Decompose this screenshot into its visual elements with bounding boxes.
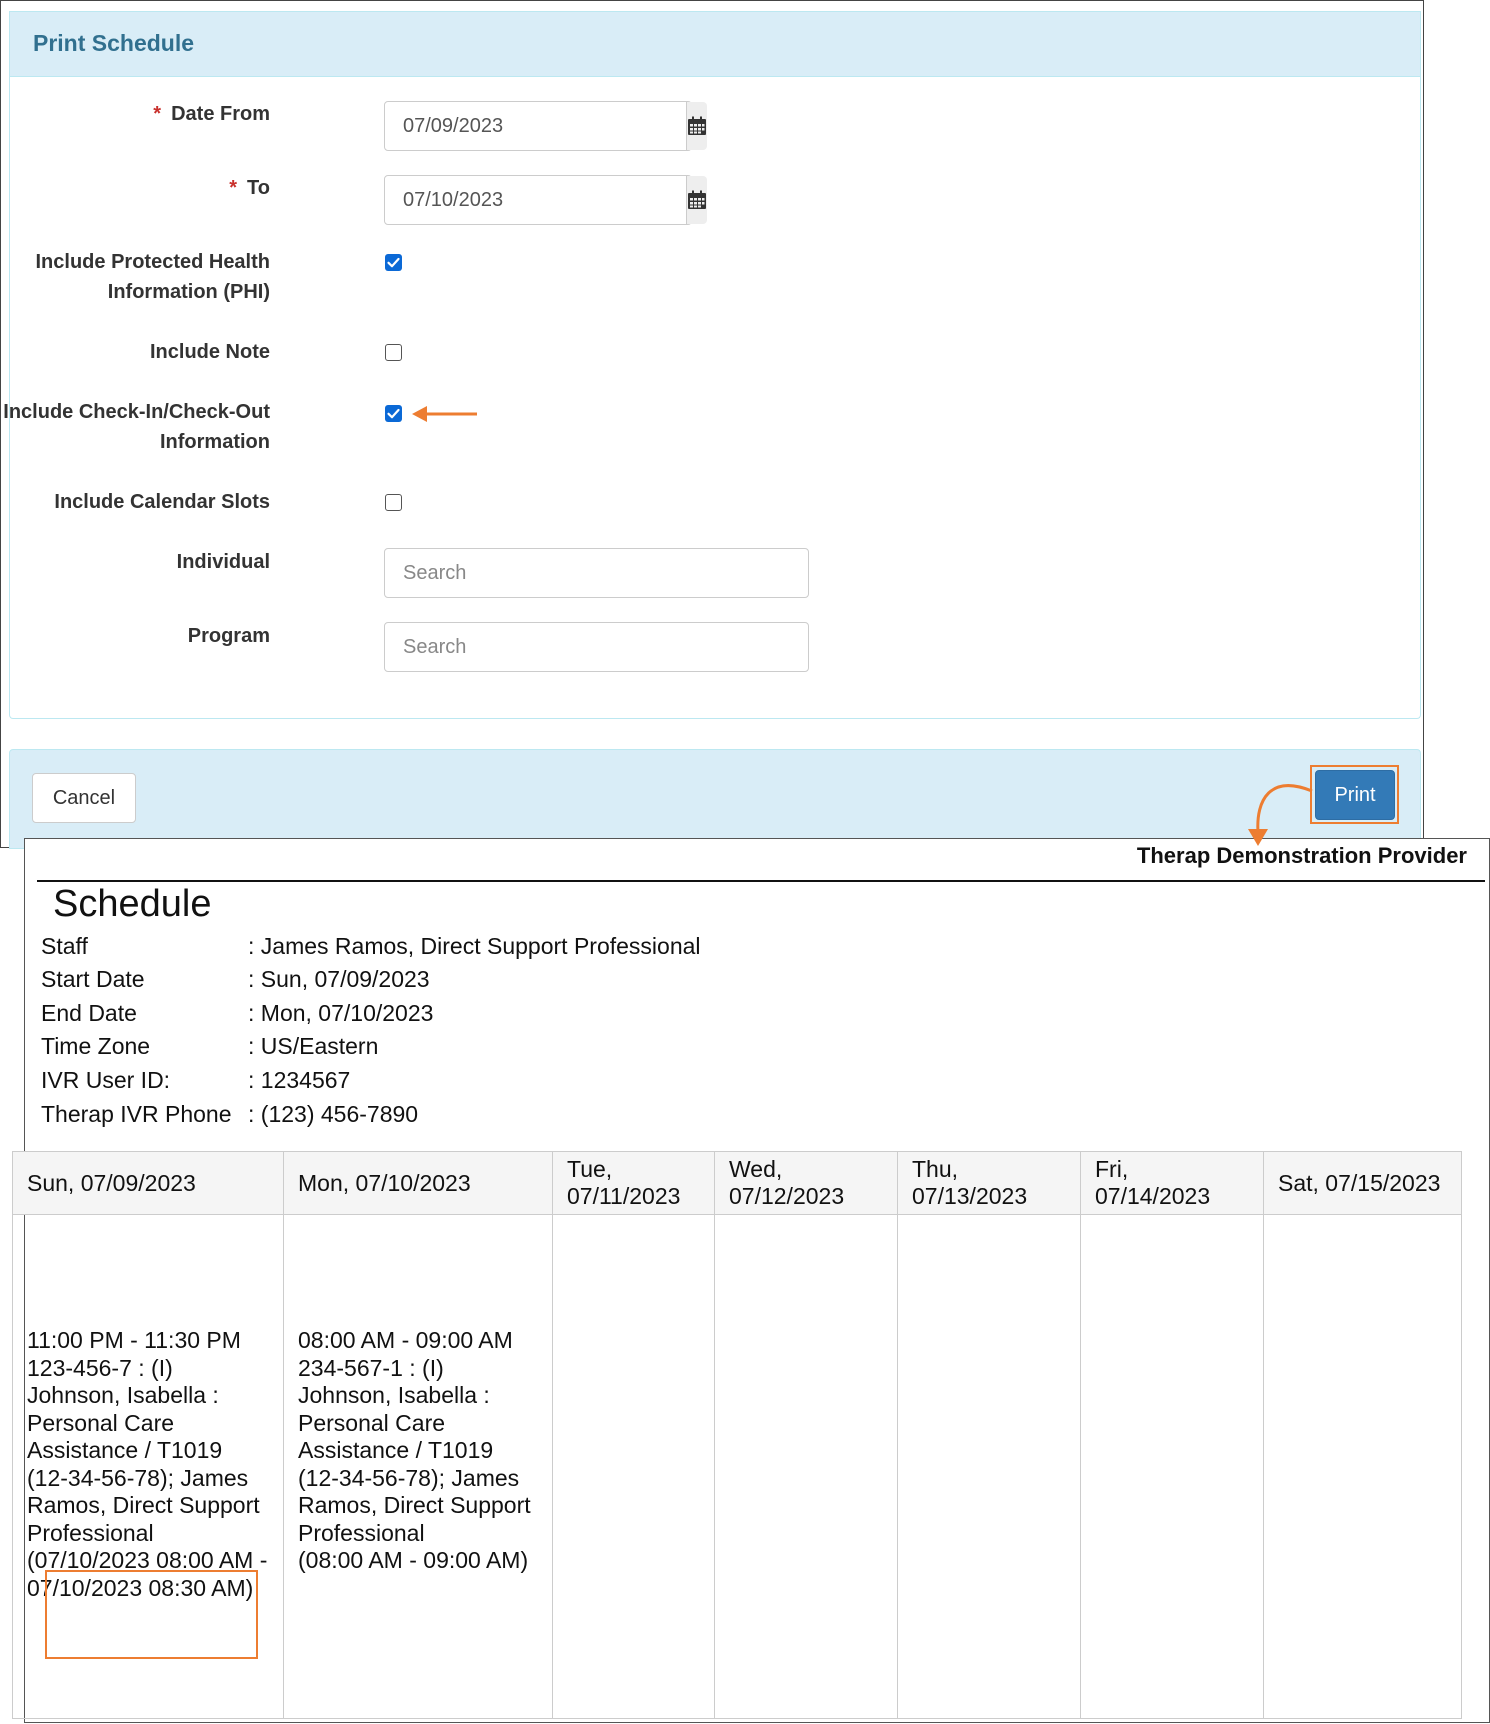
schedule-row: 11:00 PM - 11:30 PM 123-456-7 : (I) John… bbox=[12, 1214, 1462, 1719]
individual-search-input[interactable] bbox=[384, 548, 809, 598]
date-to-input[interactable] bbox=[385, 176, 686, 224]
day-header: Mon, 07/10/2023 bbox=[283, 1151, 553, 1215]
appointment-details: 234-567-1 : (I) Johnson, Isabella : Pers… bbox=[298, 1354, 531, 1546]
checkin-checkout-times: (08:00 AM - 09:00 AM) bbox=[298, 1547, 529, 1573]
day-cell-fri bbox=[1080, 1214, 1264, 1719]
info-row-staff: Staff: James Ramos, Direct Support Profe… bbox=[41, 933, 701, 959]
print-button[interactable]: Print bbox=[1315, 770, 1395, 820]
calendar-icon[interactable] bbox=[686, 176, 707, 224]
day-cell-sun: 11:00 PM - 11:30 PM 123-456-7 : (I) John… bbox=[12, 1214, 284, 1719]
program-label: Program bbox=[187, 625, 270, 647]
day-cell-thu bbox=[897, 1214, 1081, 1719]
day-cell-wed bbox=[714, 1214, 898, 1719]
appointment-entry: 11:00 PM - 11:30 PM 123-456-7 : (I) John… bbox=[27, 1215, 269, 1602]
day-header: Sat, 07/15/2023 bbox=[1263, 1151, 1462, 1215]
day-header: Fri, 07/14/2023 bbox=[1080, 1151, 1264, 1215]
appointment-time: 08:00 AM - 09:00 AM bbox=[298, 1327, 513, 1353]
info-row-start-date: Start Date: Sun, 07/09/2023 bbox=[41, 966, 430, 992]
cancel-button[interactable]: Cancel bbox=[32, 773, 136, 823]
info-row-ivr-user-id: IVR User ID:: 1234567 bbox=[41, 1067, 351, 1093]
report-title: Schedule bbox=[53, 883, 212, 925]
info-row-ivr-phone: Therap IVR Phone: (123) 456-7890 bbox=[41, 1101, 419, 1127]
include-slots-label: Include Calendar Slots bbox=[54, 491, 270, 513]
checkin-checkout-times: (07/10/2023 08:00 AM - 07/10/2023 08:30 … bbox=[27, 1547, 268, 1601]
date-from-label: * Date From bbox=[153, 103, 270, 125]
calendar-icon[interactable] bbox=[686, 102, 707, 150]
day-header: Wed, 07/12/2023 bbox=[714, 1151, 898, 1215]
include-checkin-label: Include Check-In/Check-Out Information bbox=[3, 401, 270, 453]
required-mark: * bbox=[229, 177, 238, 199]
dialog-footer: Cancel bbox=[9, 749, 1421, 849]
date-to-group bbox=[384, 175, 707, 225]
print-schedule-dialog: Print Schedule *Date From *To Include Pr… bbox=[0, 0, 1424, 849]
provider-name: Therap Demonstration Provider bbox=[1136, 843, 1467, 868]
header-divider bbox=[37, 880, 1485, 882]
info-row-time-zone: Time Zone: US/Eastern bbox=[41, 1033, 379, 1059]
include-phi-checkbox[interactable] bbox=[385, 254, 402, 271]
include-note-label: Include Note bbox=[149, 341, 270, 363]
info-row-end-date: End Date: Mon, 07/10/2023 bbox=[41, 1000, 434, 1026]
program-search-input[interactable] bbox=[384, 622, 809, 672]
include-checkin-checkbox[interactable] bbox=[385, 405, 402, 422]
day-cell-mon: 08:00 AM - 09:00 AM 234-567-1 : (I) John… bbox=[283, 1214, 553, 1719]
required-mark: * bbox=[153, 103, 162, 125]
day-header: Thu, 07/13/2023 bbox=[897, 1151, 1081, 1215]
appointment-details: 123-456-7 : (I) Johnson, Isabella : Pers… bbox=[27, 1354, 260, 1546]
day-header: Sun, 07/09/2023 bbox=[12, 1151, 284, 1215]
day-header: Tue, 07/11/2023 bbox=[552, 1151, 715, 1215]
schedule-table: Sun, 07/09/2023 Mon, 07/10/2023 Tue, 07/… bbox=[12, 1151, 1462, 1719]
include-note-checkbox[interactable] bbox=[385, 344, 402, 361]
date-to-label: * To bbox=[229, 177, 270, 199]
individual-label: Individual bbox=[176, 551, 270, 573]
day-cell-tue bbox=[552, 1214, 715, 1719]
appointment-entry: 08:00 AM - 09:00 AM 234-567-1 : (I) John… bbox=[298, 1215, 538, 1575]
include-phi-label: Include Protected Health Information (PH… bbox=[35, 251, 271, 303]
date-from-input[interactable] bbox=[385, 102, 686, 150]
date-from-group bbox=[384, 101, 707, 151]
dialog-header: Print Schedule bbox=[9, 11, 1421, 77]
checkmark-icon bbox=[387, 257, 400, 268]
include-slots-checkbox[interactable] bbox=[385, 494, 402, 511]
dialog-title: Print Schedule bbox=[33, 30, 195, 56]
appointment-time: 11:00 PM - 11:30 PM bbox=[27, 1327, 241, 1353]
day-cell-sat bbox=[1263, 1214, 1462, 1719]
checkmark-icon bbox=[387, 408, 400, 419]
day-header-row: Sun, 07/09/2023 Mon, 07/10/2023 Tue, 07/… bbox=[12, 1151, 1462, 1215]
